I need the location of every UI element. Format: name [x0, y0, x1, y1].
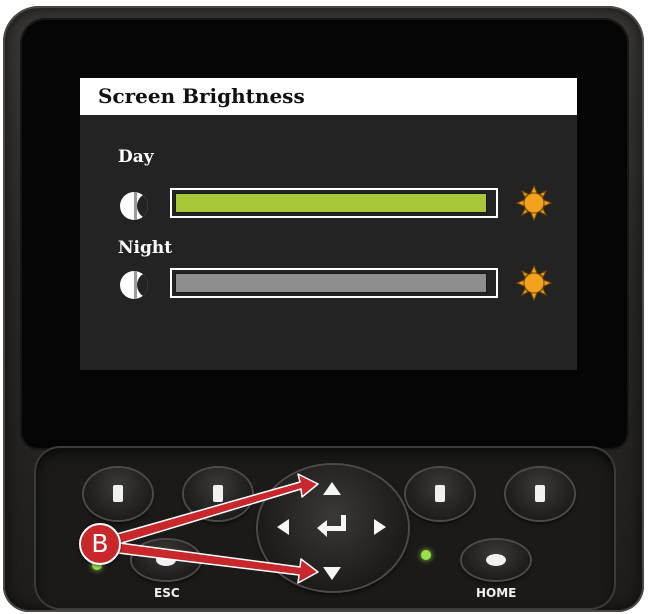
- home-button[interactable]: [462, 540, 530, 580]
- enter-icon[interactable]: [313, 512, 351, 540]
- title-bar: Screen Brightness: [80, 78, 577, 115]
- status-led: [421, 550, 431, 560]
- soft-key-3[interactable]: [406, 468, 474, 520]
- day-brightness-fill: [175, 193, 487, 213]
- soft-key-2[interactable]: [184, 468, 252, 520]
- callout-badge: B: [79, 523, 121, 565]
- device-photo: Screen Brightness Day Night ESC HOME B: [0, 0, 649, 614]
- display-screen: Screen Brightness Day Night: [80, 78, 577, 370]
- night-brightness-slider[interactable]: [170, 268, 498, 298]
- day-brightness-slider[interactable]: [170, 188, 498, 218]
- key-mark: [486, 554, 506, 566]
- callout-letter: B: [91, 529, 109, 558]
- moon-icon: [120, 271, 148, 299]
- arrow-up-icon[interactable]: [323, 482, 341, 495]
- night-label: Night: [118, 238, 173, 258]
- page-title: Screen Brightness: [98, 84, 305, 108]
- night-brightness-fill: [175, 273, 487, 293]
- key-mark: [435, 485, 445, 502]
- key-mark: [156, 554, 176, 566]
- moon-icon: [120, 192, 148, 220]
- key-mark: [113, 485, 123, 502]
- soft-key-4[interactable]: [506, 468, 574, 520]
- arrow-down-icon[interactable]: [323, 567, 341, 580]
- soft-key-1[interactable]: [84, 468, 152, 520]
- arrow-left-icon[interactable]: [277, 519, 289, 535]
- key-mark: [535, 485, 545, 502]
- arrow-right-icon[interactable]: [374, 519, 386, 535]
- esc-label: ESC: [154, 586, 180, 600]
- sun-icon: [516, 265, 552, 301]
- sun-icon: [516, 185, 552, 221]
- home-label: HOME: [476, 586, 517, 600]
- esc-button[interactable]: [132, 540, 200, 580]
- key-mark: [213, 485, 223, 502]
- day-label: Day: [118, 147, 154, 167]
